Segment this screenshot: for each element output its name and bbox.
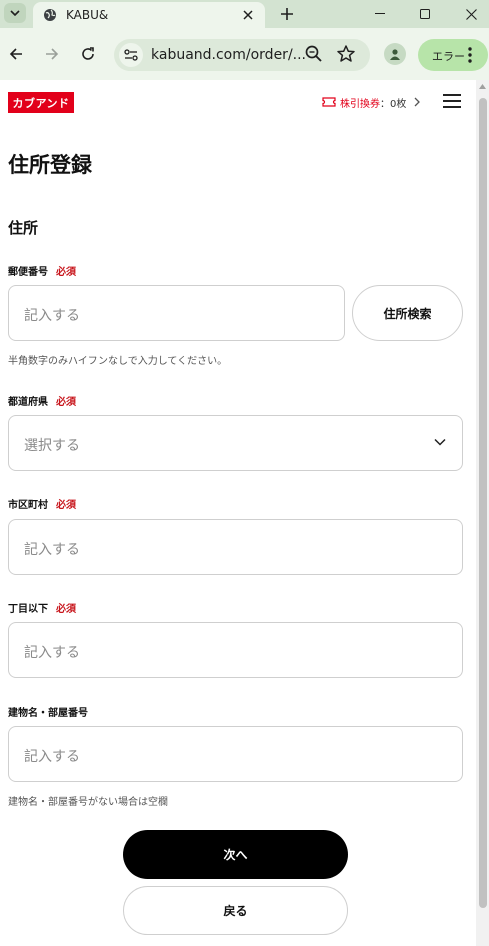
- window-close-button[interactable]: [461, 4, 481, 24]
- globe-icon: [44, 9, 56, 21]
- scroll-up-arrow-icon[interactable]: [479, 84, 486, 89]
- building-label-text: 建物名・部屋番号: [8, 708, 88, 719]
- more-vert-icon: [468, 47, 472, 63]
- browser-tab-active[interactable]: KABU&: [33, 2, 265, 28]
- next-button[interactable]: 次へ: [123, 830, 348, 879]
- building-label: 建物名・部屋番号: [8, 704, 88, 719]
- prefecture-label: 都道府県 必須: [8, 393, 76, 408]
- street-input[interactable]: 記入する: [8, 622, 463, 678]
- required-badge: 必須: [56, 267, 76, 278]
- chevron-down-icon: [434, 438, 446, 446]
- page-title: 住所登録: [8, 153, 92, 177]
- tune-icon: [124, 49, 138, 61]
- arrow-right-icon: [46, 48, 59, 60]
- building-input[interactable]: 記入する: [8, 726, 463, 782]
- zoom-icon[interactable]: [304, 44, 324, 64]
- reload-icon: [82, 47, 94, 60]
- required-badge: 必須: [56, 500, 76, 511]
- minimize-button[interactable]: [370, 4, 390, 24]
- minimize-icon: [375, 13, 385, 14]
- profile-button[interactable]: [384, 43, 406, 65]
- postal-code-label: 郵便番号 必須: [8, 263, 76, 278]
- city-placeholder: 記入する: [24, 542, 80, 558]
- site-info-button[interactable]: [119, 43, 143, 67]
- tab-close-icon[interactable]: [240, 7, 256, 23]
- browser-error-chip[interactable]: エラー: [418, 39, 488, 71]
- postal-code-input[interactable]: 記入する: [8, 285, 345, 341]
- back-nav-button[interactable]: [4, 42, 28, 66]
- postal-code-help: 半角数字のみハイフンなしで入力してください。: [8, 356, 228, 367]
- required-badge: 必須: [56, 397, 76, 408]
- browser-toolbar: kabuand.com/order/... エラー: [0, 28, 489, 80]
- arrow-left-icon: [9, 48, 22, 60]
- chevron-down-icon: [10, 10, 20, 16]
- reload-button[interactable]: [76, 42, 100, 66]
- browser-tab-strip: KABU&: [0, 0, 489, 28]
- chevron-right-icon: [414, 97, 421, 107]
- tab-search-button[interactable]: [4, 3, 26, 23]
- ticket-link[interactable]: 株引換券 ：0枚: [322, 93, 421, 111]
- hamburger-menu-icon[interactable]: [442, 92, 462, 110]
- street-label-text: 丁目以下: [8, 604, 48, 615]
- error-chip-label: エラー: [432, 50, 465, 63]
- url-text: kabuand.com/order/...: [151, 47, 307, 63]
- page-content: カブアンド 株引換券 ：0枚 住所登録 住所 郵便番号 必須 記入する 住所検索 …: [0, 80, 476, 946]
- forward-nav-button[interactable]: [40, 42, 64, 66]
- address-search-button[interactable]: 住所検索: [352, 285, 463, 341]
- close-icon: [465, 8, 477, 20]
- ticket-icon: [322, 97, 336, 107]
- postal-code-placeholder: 記入する: [24, 308, 80, 324]
- building-placeholder: 記入する: [24, 749, 80, 765]
- ticket-label: 株引換券: [340, 98, 380, 110]
- kabuand-logo[interactable]: カブアンド: [8, 92, 74, 113]
- prefecture-select[interactable]: 選択する: [8, 415, 463, 471]
- postal-code-label-text: 郵便番号: [8, 267, 48, 278]
- city-input[interactable]: 記入する: [8, 519, 463, 575]
- required-badge: 必須: [56, 604, 76, 615]
- address-bar[interactable]: kabuand.com/order/...: [114, 39, 370, 71]
- section-title: 住所: [8, 219, 39, 237]
- maximize-icon: [420, 9, 430, 19]
- back-button[interactable]: 戻る: [123, 886, 348, 935]
- ticket-count: ：0枚: [380, 98, 407, 110]
- street-placeholder: 記入する: [24, 645, 80, 661]
- prefecture-selected-value: 選択する: [24, 438, 80, 454]
- new-tab-button[interactable]: [276, 3, 298, 25]
- city-label-text: 市区町村: [8, 500, 48, 511]
- city-label: 市区町村 必須: [8, 496, 76, 511]
- maximize-button[interactable]: [415, 4, 435, 24]
- plus-icon: [281, 8, 293, 20]
- page-scrollbar[interactable]: [476, 80, 489, 946]
- bookmark-star-icon[interactable]: [336, 44, 356, 64]
- person-icon: [390, 49, 400, 60]
- street-label: 丁目以下 必須: [8, 600, 76, 615]
- prefecture-label-text: 都道府県: [8, 397, 48, 408]
- tab-title: KABU&: [66, 8, 109, 22]
- building-help: 建物名・部屋番号がない場合は空欄: [8, 797, 168, 808]
- scrollbar-thumb[interactable]: [479, 98, 487, 908]
